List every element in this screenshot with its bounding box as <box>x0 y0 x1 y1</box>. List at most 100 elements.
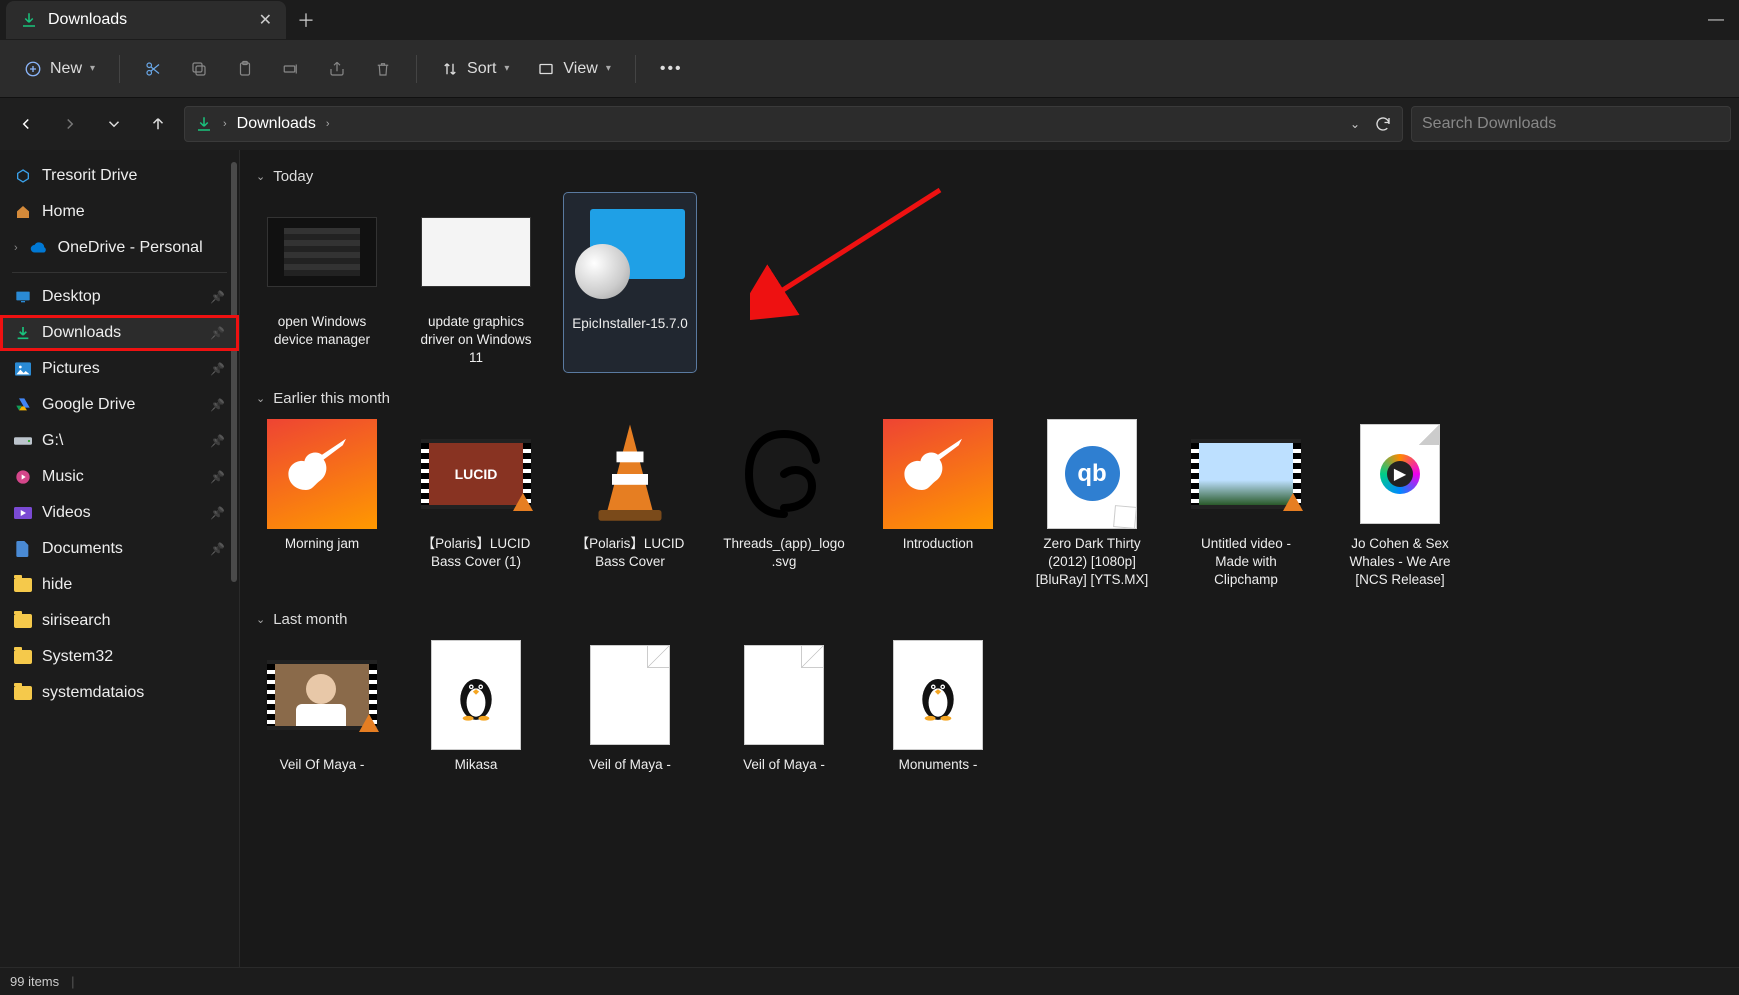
file-item[interactable]: Introduction <box>872 415 1004 594</box>
file-name-label: Monuments - <box>899 756 978 774</box>
file-item[interactable]: open Windows device manager <box>256 193 388 372</box>
trash-icon <box>374 60 392 78</box>
sidebar-item-desktop[interactable]: Desktop📌 <box>0 279 239 315</box>
file-item[interactable]: EpicInstaller-15.7.0 <box>564 193 696 372</box>
delete-button[interactable] <box>364 54 402 84</box>
view-label: View <box>563 60 597 78</box>
close-tab-button[interactable]: ✕ <box>259 10 272 30</box>
folder-icon <box>14 684 32 702</box>
home-icon <box>14 203 32 221</box>
downloads-icon <box>20 11 38 29</box>
file-item[interactable]: Veil Of Maya - <box>256 636 388 778</box>
sidebar-item-google-drive[interactable]: Google Drive📌 <box>0 387 239 423</box>
recent-button[interactable] <box>96 106 132 142</box>
file-item[interactable]: Untitled video - Made with Clipchamp <box>1180 415 1312 594</box>
file-item[interactable]: Veil of Maya - <box>564 636 696 778</box>
copy-button[interactable] <box>180 54 218 84</box>
file-item[interactable]: Veil of Maya - <box>718 636 850 778</box>
sidebar-item-sirisearch[interactable]: sirisearch <box>0 603 239 639</box>
title-bar: Downloads ✕ ＋ ― <box>0 0 1739 40</box>
new-button[interactable]: New ▾ <box>14 54 105 84</box>
more-button[interactable]: ••• <box>650 54 693 84</box>
share-button[interactable] <box>318 54 356 84</box>
tab-title: Downloads <box>48 11 127 29</box>
window-tab[interactable]: Downloads ✕ <box>6 1 286 39</box>
file-item[interactable]: Mikasa <box>410 636 542 778</box>
file-item[interactable]: Monuments - <box>872 636 1004 778</box>
pin-icon: 📌 <box>210 506 225 520</box>
arrow-up-icon <box>149 115 167 133</box>
documents-icon <box>14 540 32 558</box>
new-tab-button[interactable]: ＋ <box>286 7 326 33</box>
sidebar-item-tresorit-drive[interactable]: Tresorit Drive <box>0 158 239 194</box>
chevron-down-icon: ⌄ <box>256 613 265 626</box>
folder-icon <box>14 612 32 630</box>
file-item[interactable]: Morning jam <box>256 415 388 594</box>
toolbar-divider <box>416 55 417 83</box>
file-thumbnail <box>421 197 531 307</box>
group-header[interactable]: ⌄Today <box>256 168 1723 185</box>
pin-icon: 📌 <box>210 362 225 376</box>
paste-button[interactable] <box>226 54 264 84</box>
address-bar[interactable]: › Downloads › ⌄ <box>184 106 1403 142</box>
minimize-button[interactable]: ― <box>1693 0 1739 40</box>
refresh-icon[interactable] <box>1374 115 1392 133</box>
file-name-label: Veil of Maya - <box>589 756 671 774</box>
desktop-icon <box>14 288 32 306</box>
sidebar-item-home[interactable]: Home <box>0 194 239 230</box>
file-item[interactable]: update graphics driver on Windows 11 <box>410 193 542 372</box>
sidebar-item-label: G:\ <box>42 432 63 450</box>
file-item[interactable]: LUCID【Polaris】LUCID Bass Cover (1) <box>410 415 542 594</box>
up-button[interactable] <box>140 106 176 142</box>
breadcrumb-location[interactable]: Downloads <box>237 115 316 133</box>
sidebar-item-system32[interactable]: System32 <box>0 639 239 675</box>
sidebar-item-label: Home <box>42 203 85 221</box>
rename-button[interactable] <box>272 54 310 84</box>
file-item[interactable]: ▶Jo Cohen & Sex Whales - We Are [NCS Rel… <box>1334 415 1466 594</box>
sidebar-item-g-[interactable]: G:\📌 <box>0 423 239 459</box>
sidebar-divider <box>12 272 227 273</box>
sidebar-item-label: Downloads <box>42 324 121 342</box>
sidebar-item-videos[interactable]: Videos 📌 <box>0 495 239 531</box>
address-history-button[interactable]: ⌄ <box>1350 117 1360 131</box>
sidebar-item-label: systemdataios <box>42 684 144 702</box>
sidebar-item-pictures[interactable]: Pictures📌 <box>0 351 239 387</box>
sidebar-item-systemdataios[interactable]: systemdataios <box>0 675 239 711</box>
sidebar-item-label: Documents <box>42 540 123 558</box>
group-header[interactable]: ⌄Last month <box>256 611 1723 628</box>
sidebar-item-downloads[interactable]: Downloads📌 <box>0 315 239 351</box>
sidebar-item-documents[interactable]: Documents📌 <box>0 531 239 567</box>
sidebar-item-label: System32 <box>42 648 113 666</box>
file-item[interactable]: 【Polaris】LUCID Bass Cover <box>564 415 696 594</box>
file-thumbnail <box>575 199 685 309</box>
sidebar-item-label: Videos <box>42 504 91 522</box>
sidebar-item-label: OneDrive - Personal <box>58 239 203 257</box>
sidebar-item-label: Google Drive <box>42 396 135 414</box>
search-input[interactable]: Search Downloads <box>1411 106 1731 142</box>
videos-icon <box>14 504 32 522</box>
sidebar-item-onedrive-personal[interactable]: ›OneDrive - Personal <box>0 230 239 266</box>
downloads-icon <box>195 115 213 133</box>
drive-icon <box>14 432 32 450</box>
file-name-label: 【Polaris】LUCID Bass Cover <box>568 535 692 571</box>
file-name-label: update graphics driver on Windows 11 <box>414 313 538 368</box>
file-name-label: EpicInstaller-15.7.0 <box>572 315 688 333</box>
sidebar-item-hide[interactable]: hide <box>0 567 239 603</box>
cut-button[interactable] <box>134 54 172 84</box>
view-button[interactable]: View ▾ <box>527 54 620 84</box>
folder-icon <box>14 576 32 594</box>
file-item[interactable]: Threads_(app)_logo.svg <box>718 415 850 594</box>
sidebar-item-music[interactable]: Music📌 <box>0 459 239 495</box>
sort-icon <box>441 60 459 78</box>
toolbar-divider <box>635 55 636 83</box>
file-item[interactable]: qbZero Dark Thirty (2012) [1080p] [BluRa… <box>1026 415 1158 594</box>
file-name-label: Morning jam <box>285 535 359 553</box>
sort-button[interactable]: Sort ▾ <box>431 54 519 84</box>
file-name-label: Introduction <box>903 535 974 553</box>
file-name-label: Jo Cohen & Sex Whales - We Are [NCS Rele… <box>1338 535 1462 590</box>
status-bar: 99 items | <box>0 967 1739 995</box>
group-header[interactable]: ⌄Earlier this month <box>256 390 1723 407</box>
pin-icon: 📌 <box>210 290 225 304</box>
back-button[interactable] <box>8 106 44 142</box>
forward-button[interactable] <box>52 106 88 142</box>
